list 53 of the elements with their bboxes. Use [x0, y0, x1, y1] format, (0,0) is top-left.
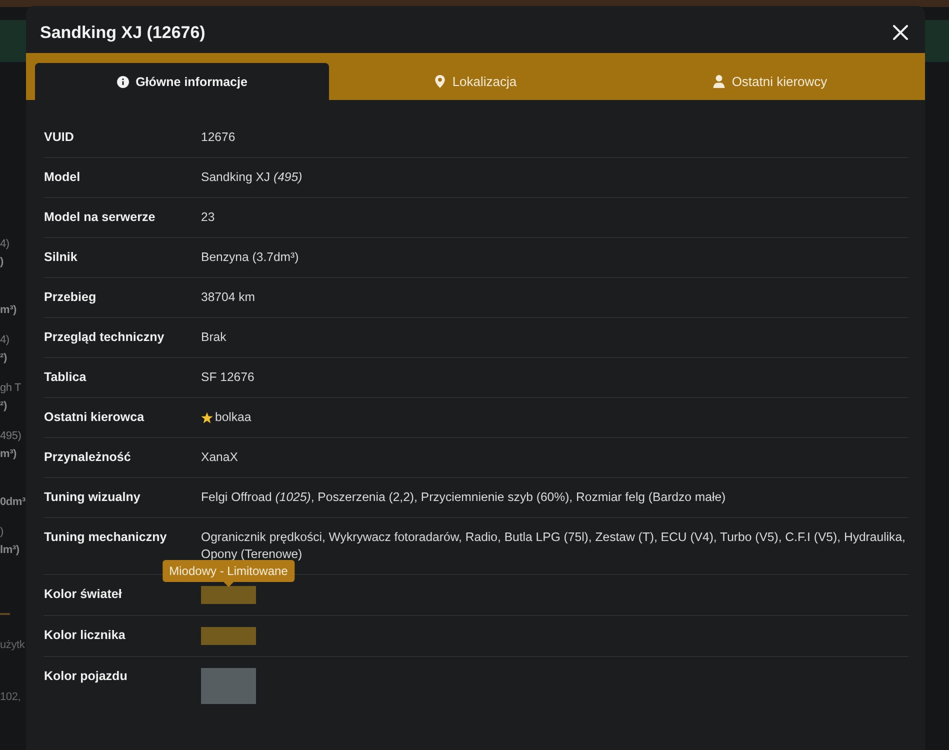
field-label: Tuning wizualny	[44, 489, 142, 506]
tab[interactable]: Ostatni kierowcy	[623, 63, 917, 100]
background-text: lm³)	[0, 543, 20, 558]
field-label: Model	[44, 169, 82, 186]
background-text: )	[0, 525, 4, 540]
close-icon	[893, 25, 908, 40]
field-label: Przebieg	[44, 289, 98, 306]
user-icon	[712, 75, 725, 88]
field-label: Kolor pojazdu	[44, 668, 128, 685]
field-label: Kolor licznika	[44, 627, 126, 644]
background-text: 495)	[0, 429, 22, 444]
field-label: Tablica	[44, 369, 88, 386]
field-value: 23	[201, 209, 216, 226]
color-tooltip: Miodowy - Limitowane	[162, 560, 295, 587]
background-text: gh T	[0, 381, 22, 396]
close-button[interactable]	[890, 22, 911, 43]
field-label: Przynależność	[44, 449, 132, 466]
background-text: )	[0, 255, 4, 270]
background-text: 102,	[0, 690, 21, 705]
field-label: Kolor świateł	[44, 586, 123, 603]
driver-name: bolkaa	[215, 409, 252, 426]
field-label: VUID	[44, 129, 75, 146]
field-label: Silnik	[44, 249, 78, 266]
background-text: 4)	[0, 333, 10, 348]
background-text: ²)	[0, 351, 7, 366]
color-swatch[interactable]	[201, 668, 256, 704]
info-icon	[116, 76, 129, 88]
star-icon	[201, 412, 213, 424]
field-value: Felgi Offroad (1025), Poszerzenia (2,2), Przyciemnienie szyb (60%), Rozmiar felg (Bardzo małe)	[201, 489, 727, 506]
field-value: 12676	[201, 129, 236, 146]
field-value: Benzyna (3.7dm³)	[201, 249, 300, 266]
field-value: Brak	[201, 329, 228, 346]
map-pin-icon	[435, 75, 446, 88]
background-text: ²)	[0, 399, 7, 414]
background-text: 0dm³	[0, 495, 26, 510]
field-value: 38704 km	[201, 289, 256, 306]
field-value: Sandking XJ (495)	[201, 169, 304, 186]
field-label: Przegląd techniczny	[44, 329, 166, 346]
field-value: XanaX	[201, 449, 239, 466]
tab[interactable]: Lokalizacja	[329, 63, 623, 100]
color-swatch[interactable]	[201, 586, 256, 604]
background-text: użytk	[0, 638, 25, 653]
background-text: m³)	[0, 303, 17, 318]
field-label: Ostatni kierowca	[44, 409, 146, 426]
field-value: Ogranicznik prędkości, Wykrywacz fotoradarów, Radio, Butla LPG (75l), Zestaw (T), ECU (V4), Turbo (V5), C.F.I (V5), Hydraulika, Opony (Terenowe)	[201, 529, 906, 563]
tab[interactable]: Główne informacje	[35, 63, 329, 100]
field-value: SF 12676	[201, 369, 256, 386]
modal-title: Sandking XJ (12676)	[40, 22, 206, 42]
background-text: m³)	[0, 447, 17, 462]
field-label: Model na serwerze	[44, 209, 156, 226]
background-text: 4)	[0, 237, 10, 252]
color-swatch[interactable]	[201, 627, 256, 645]
field-label: Tuning mechaniczny	[44, 529, 168, 546]
